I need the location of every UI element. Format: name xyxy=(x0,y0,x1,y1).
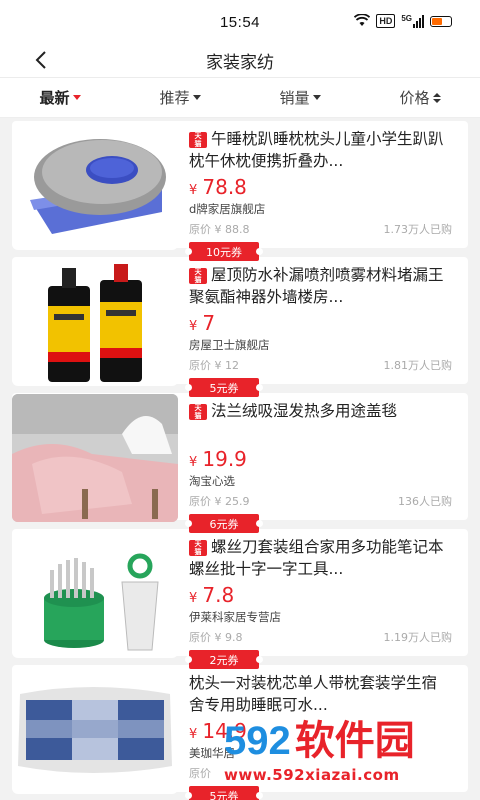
product-info: 天猫螺丝刀套装组合家用多功能笔记本螺丝批十字一字工具... ¥ 7.8 伊莱科家… xyxy=(178,534,468,669)
caret-down-icon xyxy=(312,95,321,100)
status-icons: HD 5G xyxy=(354,14,452,28)
tmall-badge: 天猫 xyxy=(189,268,207,284)
product-title[interactable]: 天猫法兰绒吸湿发热多用途盖毯 xyxy=(189,400,452,444)
product-price: ¥ 7 xyxy=(189,311,452,337)
product-card[interactable]: 天猫屋顶防水补漏喷剂喷雾材料堵漏王聚氨酯神器外墙楼房... ¥ 7 房屋卫士旗舰… xyxy=(12,257,468,397)
page-title: 家装家纺 xyxy=(206,53,274,73)
caret-down-icon xyxy=(192,95,201,100)
product-image-blanket[interactable] xyxy=(12,394,178,522)
original-price: 原价 ¥ 88.8 xyxy=(189,223,250,236)
product-card[interactable]: 天猫午睡枕趴睡枕枕头儿童小学生趴趴枕午休枕便携折叠办... ¥ 78.8 d牌家… xyxy=(12,121,468,261)
currency-symbol: ¥ xyxy=(189,591,198,606)
price-sales-row: 原价 ¥ 12 1.81万人已购 xyxy=(189,357,452,373)
sort-sales[interactable]: 销量 xyxy=(240,87,360,108)
original-price: 原价 ¥ 12 xyxy=(189,359,239,372)
product-list: 天猫午睡枕趴睡枕枕头儿童小学生趴趴枕午休枕便携折叠办... ¥ 78.8 d牌家… xyxy=(0,118,480,800)
product-title[interactable]: 天猫午睡枕趴睡枕枕头儿童小学生趴趴枕午休枕便携折叠办... xyxy=(189,128,452,172)
sort-label: 销量 xyxy=(279,89,310,107)
sort-label: 推荐 xyxy=(159,89,190,107)
shop-name[interactable]: 美珈华居 xyxy=(189,745,452,761)
price-value: 14.9 xyxy=(202,719,247,743)
product-info: 枕头一对装枕芯单人带枕套装学生宿舍专用助睡眠可水... ¥ 14.9 美珈华居 … xyxy=(178,670,468,800)
buyer-count: 136人已购 xyxy=(398,495,452,508)
product-card[interactable]: 天猫法兰绒吸湿发热多用途盖毯 ¥ 19.9 淘宝心选 原价 ¥ 25.9 136… xyxy=(12,393,468,533)
network-type: 5G xyxy=(401,14,412,23)
product-title-text: 枕头一对装枕芯单人带枕套装学生宿舍专用助睡眠可水... xyxy=(189,674,438,714)
product-title-text: 午睡枕趴睡枕枕头儿童小学生趴趴枕午休枕便携折叠办... xyxy=(189,130,444,170)
product-image-spray[interactable] xyxy=(12,258,178,386)
buyer-count: 1.81万人已购 xyxy=(383,359,453,372)
currency-symbol: ¥ xyxy=(189,319,198,334)
product-price: ¥ 78.8 xyxy=(189,175,452,201)
coupon-badge[interactable]: 6元券 xyxy=(185,514,263,533)
original-price: 原价 xyxy=(189,767,211,780)
coupon-badge[interactable]: 5元券 xyxy=(185,378,263,397)
product-title[interactable]: 天猫螺丝刀套装组合家用多功能笔记本螺丝批十字一字工具... xyxy=(189,536,452,580)
product-price: ¥ 19.9 xyxy=(189,447,452,473)
product-info: 天猫屋顶防水补漏喷剂喷雾材料堵漏王聚氨酯神器外墙楼房... ¥ 7 房屋卫士旗舰… xyxy=(178,262,468,397)
caret-down-icon xyxy=(72,95,81,100)
product-info: 天猫法兰绒吸湿发热多用途盖毯 ¥ 19.9 淘宝心选 原价 ¥ 25.9 136… xyxy=(178,398,468,533)
coupon-badge[interactable]: 5元券 xyxy=(185,786,263,800)
shop-name[interactable]: 淘宝心选 xyxy=(189,473,452,489)
product-title-text: 屋顶防水补漏喷剂喷雾材料堵漏王聚氨酯神器外墙楼房... xyxy=(189,266,444,306)
price-value: 7.8 xyxy=(202,583,235,607)
nav-bar: 家装家纺 xyxy=(0,44,480,78)
sort-newest[interactable]: 最新 xyxy=(0,87,120,108)
product-info: 天猫午睡枕趴睡枕枕头儿童小学生趴趴枕午休枕便携折叠办... ¥ 78.8 d牌家… xyxy=(178,126,468,261)
signal-icon: 5G xyxy=(401,14,424,28)
currency-symbol: ¥ xyxy=(189,727,198,742)
sort-recommended[interactable]: 推荐 xyxy=(120,87,240,108)
product-title[interactable]: 枕头一对装枕芯单人带枕套装学生宿舍专用助睡眠可水... xyxy=(189,672,452,716)
sort-bar: 最新 推荐 销量 价格 xyxy=(0,78,480,118)
product-image-screwdriver[interactable] xyxy=(12,530,178,658)
product-card[interactable]: 枕头一对装枕芯单人带枕套装学生宿舍专用助睡眠可水... ¥ 14.9 美珈华居 … xyxy=(12,665,468,800)
sort-up-down-icon xyxy=(432,92,441,103)
tmall-badge: 天猫 xyxy=(189,132,207,148)
product-card[interactable]: 天猫螺丝刀套装组合家用多功能笔记本螺丝批十字一字工具... ¥ 7.8 伊莱科家… xyxy=(12,529,468,669)
original-price: 原价 ¥ 25.9 xyxy=(189,495,250,508)
original-price: 原价 ¥ 9.8 xyxy=(189,631,243,644)
shop-name[interactable]: 伊莱科家居专营店 xyxy=(189,609,452,625)
price-value: 7 xyxy=(202,311,216,335)
product-title[interactable]: 天猫屋顶防水补漏喷剂喷雾材料堵漏王聚氨酯神器外墙楼房... xyxy=(189,264,452,308)
product-image-pillow[interactable] xyxy=(12,122,178,250)
hd-badge: HD xyxy=(376,14,396,28)
shop-name[interactable]: d牌家居旗舰店 xyxy=(189,201,452,217)
sort-price[interactable]: 价格 xyxy=(360,87,480,108)
coupon-badge[interactable]: 10元券 xyxy=(185,242,263,261)
product-title-text: 螺丝刀套装组合家用多功能笔记本螺丝批十字一字工具... xyxy=(189,538,444,578)
wifi-icon xyxy=(354,14,371,26)
price-sales-row: 原价 ¥ 25.9 136人已购 xyxy=(189,493,452,509)
tmall-badge: 天猫 xyxy=(189,540,207,556)
buyer-count: 1.73万人已购 xyxy=(383,223,453,236)
price-value: 19.9 xyxy=(202,447,247,471)
buyer-count: 1.19万人已购 xyxy=(383,631,453,644)
currency-symbol: ¥ xyxy=(189,455,198,470)
status-bar: 15:54 HD 5G xyxy=(0,0,480,44)
price-value: 78.8 xyxy=(202,175,247,199)
price-sales-row: 原价 xyxy=(189,765,452,781)
currency-symbol: ¥ xyxy=(189,183,198,198)
price-sales-row: 原价 ¥ 88.8 1.73万人已购 xyxy=(189,221,452,237)
battery-icon xyxy=(430,15,452,27)
product-price: ¥ 7.8 xyxy=(189,583,452,609)
shop-name[interactable]: 房屋卫士旗舰店 xyxy=(189,337,452,353)
price-sales-row: 原价 ¥ 9.8 1.19万人已购 xyxy=(189,629,452,645)
coupon-badge[interactable]: 2元券 xyxy=(185,650,263,669)
tmall-badge: 天猫 xyxy=(189,404,207,420)
product-title-text: 法兰绒吸湿发热多用途盖毯 xyxy=(211,402,398,420)
sort-label: 价格 xyxy=(399,89,430,107)
product-price: ¥ 14.9 xyxy=(189,719,452,745)
product-image-pillow2[interactable] xyxy=(12,666,178,794)
sort-label: 最新 xyxy=(39,89,70,107)
